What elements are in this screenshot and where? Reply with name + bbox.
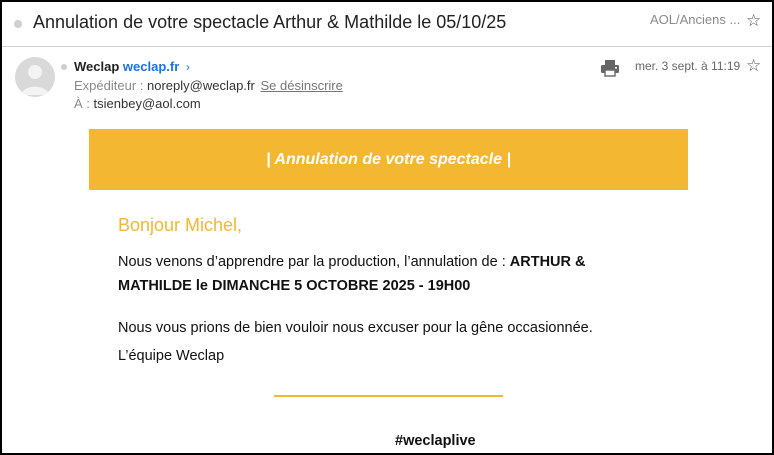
from-line: Expéditeur : noreply@weclap.fr Se désins… bbox=[74, 78, 343, 93]
to-label: À : bbox=[74, 96, 90, 111]
folder-label[interactable]: AOL/Anciens ... bbox=[650, 12, 740, 27]
unsubscribe-link[interactable]: Se désinscrire bbox=[260, 78, 342, 93]
cancellation-paragraph: Nous venons d’apprendre par la productio… bbox=[118, 250, 638, 298]
message-date: mer. 3 sept. à 11:19 bbox=[635, 59, 741, 73]
banner-title: | Annulation de votre spectacle | bbox=[266, 150, 511, 168]
subject-bar: Annulation de votre spectacle Arthur & M… bbox=[2, 2, 772, 47]
apology-paragraph: Nous vous prions de bien vouloir nous ex… bbox=[118, 320, 593, 336]
divider bbox=[274, 395, 503, 397]
sender-line: Weclap weclap.fr › bbox=[74, 59, 190, 74]
cancellation-text: Nous venons d’apprendre par la productio… bbox=[118, 254, 510, 270]
printer-icon[interactable] bbox=[600, 59, 620, 82]
greeting: Bonjour Michel, bbox=[118, 215, 243, 235]
to-address: tsienbey@aol.com bbox=[93, 96, 201, 111]
hashtag: #weclaplive bbox=[395, 433, 476, 449]
signature: L’équipe Weclap bbox=[118, 348, 225, 364]
sender-name: Weclap bbox=[74, 59, 120, 74]
sender-status-dot bbox=[61, 64, 67, 70]
star-icon[interactable]: ☆ bbox=[746, 12, 761, 29]
chevron-right-icon[interactable]: › bbox=[186, 60, 190, 74]
from-label: Expéditeur : bbox=[74, 78, 144, 93]
email-banner: | Annulation de votre spectacle | bbox=[89, 129, 688, 190]
from-address: noreply@weclap.fr bbox=[147, 78, 255, 93]
unread-dot[interactable] bbox=[14, 20, 22, 28]
email-viewer: Annulation de votre spectacle Arthur & M… bbox=[0, 0, 774, 455]
message-star-icon[interactable]: ☆ bbox=[746, 57, 761, 74]
sender-avatar bbox=[15, 57, 55, 97]
sender-domain-link[interactable]: weclap.fr bbox=[123, 59, 179, 74]
email-subject: Annulation de votre spectacle Arthur & M… bbox=[33, 12, 507, 32]
to-line: À : tsienbey@aol.com bbox=[74, 96, 201, 111]
